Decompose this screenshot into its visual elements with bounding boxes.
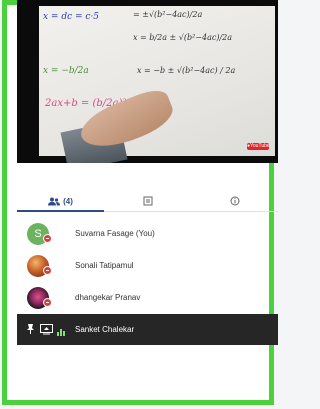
- board-equation: = ±√(b²−4ac)/2a: [133, 10, 203, 19]
- participant-row[interactable]: dhangekar Pranav: [17, 282, 278, 313]
- screen-share-icon[interactable]: [40, 323, 53, 335]
- tab-chat[interactable]: [104, 191, 191, 211]
- pin-icon[interactable]: [25, 323, 36, 335]
- whiteboard-video-frame: x = dc = c·5 = ±√(b²−4ac)/2a x = b/2a ± …: [39, 6, 275, 163]
- participant-name: Suvarna Fasage (You): [75, 229, 155, 238]
- tab-bar: (4): [17, 191, 278, 212]
- board-equation: x = b/2a ± √(b²−4ac)/2a: [133, 33, 233, 42]
- participant-controls: [25, 323, 53, 335]
- video-player[interactable]: x = dc = c·5 = ±√(b²−4ac)/2a x = b/2a ± …: [17, 0, 278, 163]
- participant-name: Sanket Chalekar: [75, 325, 135, 334]
- mic-off-icon: [43, 298, 52, 307]
- participant-name: Sonali Tatipamul: [75, 261, 134, 270]
- participants-icon: [48, 197, 61, 205]
- audio-level-icon: [57, 329, 65, 336]
- board-equation: x = −b ± √(b²−4ac) / 2a: [137, 66, 236, 75]
- participant-list: S Suvarna Fasage (You) Sonali Tatipamul …: [17, 218, 278, 345]
- mic-off-icon: [43, 266, 52, 275]
- board-equation: x = dc = c·5: [43, 12, 100, 22]
- info-icon: [230, 196, 239, 206]
- participant-name: dhangekar Pranav: [75, 293, 141, 302]
- participant-count: (4): [63, 196, 73, 206]
- tab-info[interactable]: [191, 191, 278, 211]
- mic-off-icon: [43, 234, 52, 243]
- participant-row[interactable]: Sonali Tatipamul: [17, 250, 278, 281]
- participant-row[interactable]: S Suvarna Fasage (You): [17, 218, 278, 249]
- board-equation: x = −b/2a: [43, 66, 89, 76]
- chat-icon: [143, 196, 152, 206]
- youtube-badge: ●YouTube: [247, 143, 270, 150]
- participant-row-active[interactable]: Sanket Chalekar: [17, 314, 278, 345]
- tab-participants[interactable]: (4): [17, 191, 104, 212]
